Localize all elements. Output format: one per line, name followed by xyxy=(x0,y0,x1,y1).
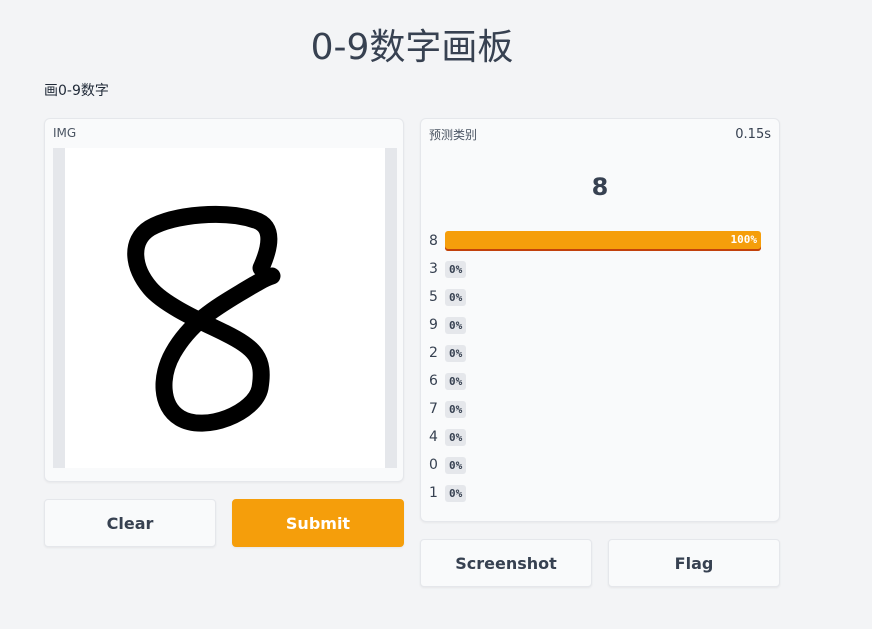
prediction-bar-track: 0% xyxy=(445,399,761,419)
prediction-bar-track: 0% xyxy=(445,455,761,475)
prediction-percent: 0% xyxy=(445,260,467,278)
prediction-list: 8 100% 3 0% 5 0% 9 0% 2 0% 6 0% 7 0% 4 0% 0 0% 1 0% xyxy=(429,227,773,507)
prediction-row: 5 0% xyxy=(429,283,773,311)
prediction-percent: 0% xyxy=(445,288,467,306)
prediction-percent: 0% xyxy=(445,372,467,390)
prediction-bar-track: 0% xyxy=(445,343,761,363)
prediction-bar-track: 0% xyxy=(445,259,761,279)
prediction-row: 8 100% xyxy=(429,227,773,255)
prediction-row-label: 1 xyxy=(429,485,438,501)
prediction-bar-track: 100% xyxy=(445,231,761,251)
prediction-bar-fill: 100% xyxy=(445,231,761,251)
prediction-row: 3 0% xyxy=(429,255,773,283)
prediction-row-label: 5 xyxy=(429,289,438,305)
prediction-row: 7 0% xyxy=(429,395,773,423)
prediction-row-label: 2 xyxy=(429,345,438,361)
page-description: 画0-9数字 xyxy=(44,83,109,99)
image-panel-label: IMG xyxy=(53,126,77,140)
prediction-row-label: 3 xyxy=(429,261,438,277)
prediction-bar-track: 0% xyxy=(445,287,761,307)
prediction-row-label: 8 xyxy=(429,233,438,249)
prediction-row-label: 9 xyxy=(429,317,438,333)
clear-button[interactable]: Clear xyxy=(44,499,216,547)
prediction-row-label: 6 xyxy=(429,373,438,389)
prediction-panel-label: 预测类别 xyxy=(429,128,478,142)
prediction-row: 6 0% xyxy=(429,367,773,395)
prediction-percent: 0% xyxy=(445,428,467,446)
prediction-bar-track: 0% xyxy=(445,427,761,447)
prediction-bar-track: 0% xyxy=(445,315,761,335)
prediction-bar-track: 0% xyxy=(445,483,761,503)
prediction-percent: 0% xyxy=(445,400,467,418)
drawing-canvas[interactable] xyxy=(65,148,385,468)
page-title: 0-9数字画板 xyxy=(310,27,514,68)
image-panel: IMG xyxy=(44,118,404,482)
prediction-row-label: 0 xyxy=(429,457,438,473)
flag-button[interactable]: Flag xyxy=(608,539,780,587)
prediction-percent: 0% xyxy=(445,484,467,502)
prediction-percent: 100% xyxy=(730,233,758,246)
prediction-percent: 0% xyxy=(445,316,467,334)
canvas-frame xyxy=(53,148,397,468)
submit-button[interactable]: Submit xyxy=(232,499,404,547)
top-prediction: 8 xyxy=(591,173,609,201)
handwritten-eight-icon xyxy=(127,205,281,432)
prediction-percent: 0% xyxy=(445,344,467,362)
prediction-bar-track: 0% xyxy=(445,371,761,391)
prediction-row-label: 7 xyxy=(429,401,438,417)
prediction-row-label: 4 xyxy=(429,429,438,445)
prediction-percent: 0% xyxy=(445,456,467,474)
screenshot-button[interactable]: Screenshot xyxy=(420,539,592,587)
prediction-row: 9 0% xyxy=(429,311,773,339)
prediction-row: 4 0% xyxy=(429,423,773,451)
inference-time: 0.15s xyxy=(735,127,771,142)
prediction-row: 2 0% xyxy=(429,339,773,367)
prediction-row: 1 0% xyxy=(429,479,773,507)
prediction-panel: 预测类别 0.15s 8 8 100% 3 0% 5 0% 9 0% 2 0% 6 0% 7 0% 4 0% 0… xyxy=(420,118,780,522)
prediction-row: 0 0% xyxy=(429,451,773,479)
